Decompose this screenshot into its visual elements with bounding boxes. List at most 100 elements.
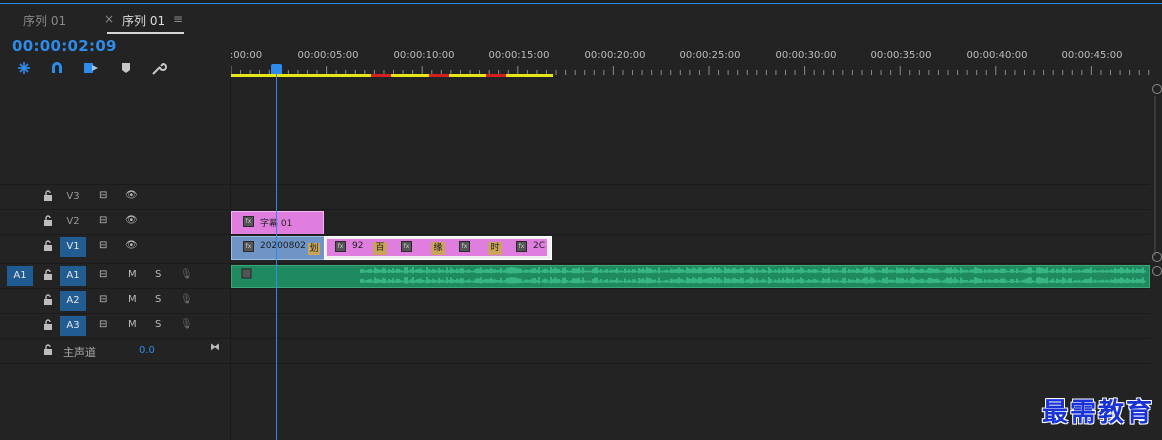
ruler-label: 00:00:30:00 [775,50,837,61]
track-row-a2: A2 ⊟ M S 🎙 [0,288,1150,313]
add-marker-icon[interactable] [117,60,135,76]
track-header-v2: V2 ⊟ 👁 [0,210,230,234]
sync-lock-icon[interactable]: ⊟ [99,269,107,280]
fx-badge-icon: fx [459,241,470,252]
lock-icon[interactable] [43,190,53,202]
playhead-line[interactable] [276,66,277,440]
go-to-in-out-icon[interactable]: ⧓ [210,342,220,353]
track-row-a3: A3 ⊟ M S 🎙 [0,313,1150,338]
lock-icon[interactable] [43,269,53,281]
track-name-v1[interactable]: V1 [60,237,86,257]
ruler-label: 00:00:15:00 [488,50,550,61]
solo-button[interactable]: S [155,319,161,330]
eye-icon[interactable]: 👁 [125,190,138,201]
track-name-a1[interactable]: A1 [60,266,86,286]
nested-sequence-clip[interactable]: fx 92 百 fx 缘 fx 时 fx 2C [324,236,552,260]
audio-clip[interactable] [231,265,1150,288]
track-row-v1: V1 ⊟ 👁 fx 20200802 划 fx 92 百 fx 缘 fx 时 f… [0,234,1150,260]
render-red-segment [371,74,391,77]
eye-icon[interactable]: 👁 [125,215,138,226]
lock-icon[interactable] [43,294,53,306]
ruler-label: 00:00:45:00 [1061,50,1123,61]
tab-sequence-active[interactable]: 序列 01 [122,12,165,29]
clip-seg-label: 92 [352,241,364,251]
clip-seg-label: 百 [373,242,387,255]
fx-badge-icon: fx [243,241,254,252]
clip-seg-label: 2C [533,241,546,251]
fx-badge-icon: fx [335,241,346,252]
track-name-a2[interactable]: A2 [60,291,86,311]
vertical-scrollbar[interactable] [1154,96,1156,256]
playhead-handle[interactable] [271,64,282,74]
title-clip[interactable]: fx 字幕 01 [231,211,324,235]
timeline-bottom-divider [0,363,1150,388]
track-row-v3: V3 ⊟ 👁 [0,184,1150,209]
scroll-handle-bottom[interactable] [1152,252,1162,262]
microphone-icon[interactable]: 🎙 [180,294,193,305]
microphone-icon[interactable]: 🎙 [180,269,193,280]
magnet-icon[interactable] [48,60,66,76]
ruler-label: 00:00:40:00 [966,50,1028,61]
playhead-timecode[interactable]: 00:00:02:09 [12,37,117,55]
eye-icon[interactable]: 👁 [125,240,138,251]
lock-icon[interactable] [43,215,53,227]
sync-lock-icon[interactable]: ⊟ [99,190,107,201]
panel-menu-icon[interactable]: ≡ [173,12,183,26]
video-clip-label: 20200802 [260,241,306,251]
clip-seg-label: 时 [488,242,502,255]
track-name-a3[interactable]: A3 [60,316,86,336]
render-red-segment [486,74,506,77]
solo-button[interactable]: S [155,269,161,280]
linked-selection-icon[interactable] [82,60,100,76]
fx-badge-icon: fx [401,241,412,252]
clip-seg-label: 缘 [431,242,445,255]
track-row-a1: A1 A1 ⊟ M S 🎙 [0,263,1150,288]
track-name-v2[interactable]: V2 [63,214,83,230]
active-tab-underline [107,32,184,34]
track-header-a2: A2 ⊟ M S 🎙 [0,289,230,313]
watermark-logo: 最需教育 [1041,398,1154,428]
ruler-label: 00:00:10:00 [393,50,455,61]
sync-lock-icon[interactable]: ⊟ [99,294,107,305]
render-red-segment [429,74,449,77]
scroll-handle-top[interactable] [1152,84,1162,94]
ruler-label: :00:00 [229,50,263,61]
video-clip[interactable]: fx 20200802 划 [231,236,325,260]
ruler-label: 00:00:25:00 [679,50,741,61]
lock-icon[interactable] [43,319,53,331]
tab-sequence-inactive[interactable]: 序列 01 [23,12,66,29]
wrench-icon[interactable] [150,60,168,76]
transition-marker: 划 [308,243,320,255]
scroll-handle-audio[interactable] [1152,266,1162,276]
sync-lock-icon[interactable]: ⊟ [99,240,107,251]
fx-badge-icon: fx [243,216,254,227]
mute-button[interactable]: M [128,294,137,305]
sync-lock-icon[interactable]: ⊟ [99,215,107,226]
source-patch-a1[interactable]: A1 [7,266,33,286]
mute-button[interactable]: M [128,269,137,280]
track-header-v1: V1 ⊟ 👁 [0,235,230,259]
ruler-label: 00:00:20:00 [584,50,646,61]
track-header-a1: A1 A1 ⊟ M S 🎙 [0,264,230,288]
lock-icon[interactable] [43,240,53,252]
ruler-label: 00:00:05:00 [297,50,359,61]
master-volume-value[interactable]: 0.0 [139,345,155,356]
microphone-icon[interactable]: 🎙 [180,319,193,330]
snap-icon[interactable] [15,60,33,76]
work-area-bar[interactable] [231,74,553,77]
sync-lock-icon[interactable]: ⊟ [99,319,107,330]
solo-button[interactable]: S [155,294,161,305]
mute-button[interactable]: M [128,319,137,330]
track-header-a3: A3 ⊟ M S 🎙 [0,314,230,338]
track-header-v3: V3 ⊟ 👁 [0,185,230,209]
ruler-label: 00:00:35:00 [870,50,932,61]
master-track-label: 主声道 [63,346,96,359]
track-name-v3[interactable]: V3 [63,189,83,205]
tab-bar: 序列 01 × 序列 01 ≡ [0,4,1162,34]
track-header-master: 主声道 0.0 ⧓ [0,339,230,363]
track-row-master: 主声道 0.0 ⧓ [0,338,1150,363]
close-icon[interactable]: × [104,12,114,26]
lock-icon[interactable] [43,344,53,356]
fx-badge-icon: fx [516,241,527,252]
track-row-v2: V2 ⊟ 👁 fx 字幕 01 [0,209,1150,235]
